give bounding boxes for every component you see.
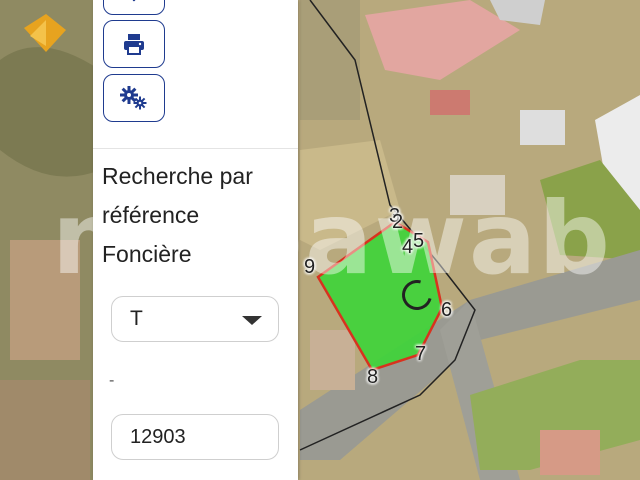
vertex-label-2: 2 <box>392 211 404 233</box>
vertex-label-5: 5 <box>413 230 425 252</box>
vertex-label-6: 6 <box>441 299 453 321</box>
vertex-label-9: 9 <box>304 256 316 278</box>
search-panel: Recherche par référence Foncière T - <box>93 0 298 480</box>
vertex-label-7: 7 <box>415 343 427 365</box>
printer-icon <box>124 34 144 55</box>
navigate-icon <box>132 0 136 2</box>
print-button[interactable] <box>103 20 165 68</box>
select-value: T <box>130 307 143 330</box>
gears-icon <box>120 86 147 110</box>
vertex-label-8: 8 <box>367 366 379 388</box>
section-type-select[interactable]: T <box>111 296 279 342</box>
navigate-button[interactable] <box>103 0 165 15</box>
section-title: Recherche par référence Foncière <box>102 163 253 267</box>
chevron-down-icon <box>242 316 262 325</box>
vertex-label-4: 4 <box>402 236 414 258</box>
field-separator: - <box>109 372 115 389</box>
reference-number-input[interactable] <box>111 414 279 460</box>
settings-button[interactable] <box>103 74 165 122</box>
panel-divider <box>93 148 298 149</box>
